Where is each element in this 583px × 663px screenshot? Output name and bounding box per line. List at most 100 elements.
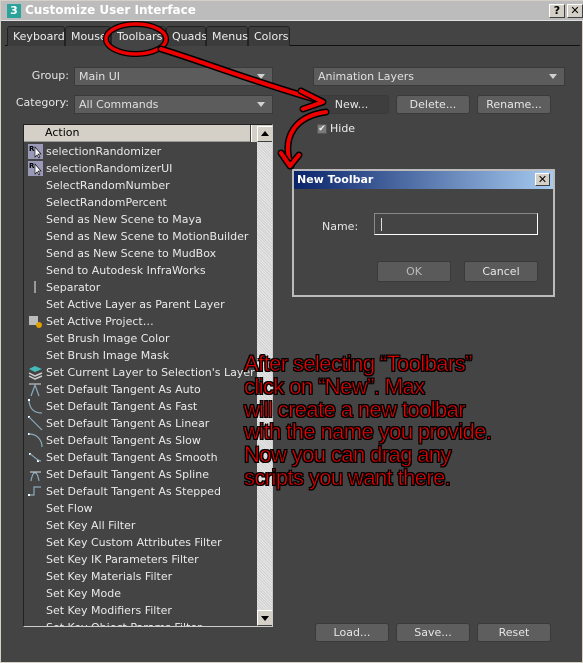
action-list-item[interactable]: Set Default Tangent As Linear bbox=[24, 415, 256, 432]
action-list-item[interactable]: Set Active Project… bbox=[24, 313, 256, 330]
action-list-item[interactable]: Set Flow bbox=[24, 500, 256, 517]
category-label: Category: bbox=[15, 96, 69, 109]
tab-mouse[interactable]: Mouse bbox=[65, 26, 111, 46]
separator-icon bbox=[28, 280, 43, 295]
delete-toolbar-button[interactable]: Delete... bbox=[396, 95, 470, 114]
checkmark-icon: ✔ bbox=[318, 124, 326, 134]
svg-text:R: R bbox=[29, 145, 35, 153]
dialog-title: New Toolbar bbox=[294, 171, 553, 189]
action-label: Set Default Tangent As Linear bbox=[46, 417, 210, 430]
tab-quads[interactable]: Quads bbox=[166, 26, 207, 46]
action-label: SelectRandomNumber bbox=[46, 179, 170, 192]
new-toolbar-button[interactable]: New... bbox=[314, 95, 389, 114]
action-list-item[interactable]: Send as New Scene to MudBox bbox=[24, 245, 256, 262]
scroll-up-button[interactable] bbox=[257, 126, 272, 142]
action-label: Set Default Tangent As Spline bbox=[46, 468, 209, 481]
action-label: selectionRandomizer bbox=[46, 145, 162, 158]
close-button[interactable]: ✕ bbox=[567, 4, 583, 18]
action-list-item[interactable]: Set Default Tangent As Smooth bbox=[24, 449, 256, 466]
tangent-spline-icon bbox=[28, 467, 43, 482]
action-list-item[interactable]: Set Brush Image Color bbox=[24, 330, 256, 347]
action-list-item[interactable]: Set Active Layer as Parent Layer bbox=[24, 296, 256, 313]
tab-toolbars[interactable]: Toolbars bbox=[111, 26, 166, 46]
toolbar-dropdown[interactable]: Animation Layers bbox=[313, 67, 565, 86]
tangent-slow-icon bbox=[28, 433, 43, 448]
title-bar: 3 Customize User Interface ? ✕ bbox=[1, 1, 583, 21]
action-list-item[interactable]: Set Default Tangent As Stepped bbox=[24, 483, 256, 500]
load-button[interactable]: Load... bbox=[315, 623, 389, 642]
name-label: Name: bbox=[322, 220, 359, 233]
action-list-item[interactable]: Send to Autodesk InfraWorks bbox=[24, 262, 256, 279]
action-label: Set Default Tangent As Stepped bbox=[46, 485, 221, 498]
chevron-down-icon bbox=[257, 102, 265, 107]
action-list-item[interactable]: Send as New Scene to MotionBuilder bbox=[24, 228, 256, 245]
action-label: Set Brush Image Mask bbox=[46, 349, 170, 362]
project-folder-icon bbox=[28, 314, 43, 329]
action-list-item[interactable]: Send as New Scene to Maya bbox=[24, 211, 256, 228]
name-input[interactable] bbox=[374, 213, 538, 235]
action-label: Separator bbox=[46, 281, 101, 294]
tab-strip: Keyboard Mouse Toolbars Quads Menus Colo… bbox=[5, 25, 580, 46]
tangent-stepped-icon bbox=[28, 484, 43, 499]
rename-toolbar-button[interactable]: Rename... bbox=[477, 95, 551, 114]
tangent-linear-icon bbox=[28, 416, 43, 431]
action-label: Set Flow bbox=[46, 502, 93, 515]
arrowhead-icon bbox=[277, 149, 303, 170]
action-list-item[interactable]: Set Key Object Params Filter bbox=[24, 619, 256, 626]
action-list-item[interactable]: Set Key Materials Filter bbox=[24, 568, 256, 585]
tangent-auto-icon bbox=[28, 382, 43, 397]
action-list-item[interactable]: RselectionRandomizer bbox=[24, 143, 256, 160]
hide-label: Hide bbox=[330, 122, 356, 135]
arrow-up-icon bbox=[261, 131, 269, 136]
category-value: All Commands bbox=[79, 98, 159, 111]
action-list-item[interactable]: Set Default Tangent As Slow bbox=[24, 432, 256, 449]
action-label: Set Key All Filter bbox=[46, 519, 136, 532]
help-button[interactable]: ? bbox=[549, 4, 565, 18]
toolbar-value: Animation Layers bbox=[318, 70, 414, 83]
action-list-item[interactable]: Set Brush Image Mask bbox=[24, 347, 256, 364]
action-column-header[interactable]: Action bbox=[24, 125, 250, 142]
dialog-close-button[interactable]: ✕ bbox=[535, 173, 550, 186]
cancel-button[interactable]: Cancel bbox=[464, 261, 538, 282]
action-list-item[interactable]: RselectionRandomizerUI bbox=[24, 160, 256, 177]
action-list[interactable]: Action RselectionRandomizer RselectionRan… bbox=[23, 124, 273, 627]
script-icon: R bbox=[28, 161, 43, 176]
action-label: Set Active Layer as Parent Layer bbox=[46, 298, 225, 311]
action-list-item[interactable]: Set Key Custom Attributes Filter bbox=[24, 534, 256, 551]
arrowhead-icon bbox=[279, 151, 301, 168]
arrow-to-dialog-icon bbox=[284, 108, 330, 170]
tangent-fast-icon bbox=[28, 399, 43, 414]
save-button[interactable]: Save... bbox=[396, 623, 470, 642]
action-list-item[interactable]: SelectRandomNumber bbox=[24, 177, 256, 194]
ok-button[interactable]: OK bbox=[377, 261, 451, 282]
action-list-item[interactable]: Set Default Tangent As Auto bbox=[24, 381, 256, 398]
hide-checkbox[interactable]: ✔ bbox=[317, 124, 327, 134]
action-list-item[interactable]: Set Key IK Parameters Filter bbox=[24, 551, 256, 568]
action-label: Set Active Project… bbox=[46, 315, 154, 328]
action-list-item[interactable]: Set Key Mode bbox=[24, 585, 256, 602]
action-label: Set Key Custom Attributes Filter bbox=[46, 536, 222, 549]
action-list-item[interactable]: Set Current Layer to Selection's Layer bbox=[24, 364, 256, 381]
tab-colors[interactable]: Colors bbox=[248, 26, 290, 46]
window-title: Customize User Interface bbox=[25, 3, 196, 17]
action-label: Set Key Mode bbox=[46, 587, 121, 600]
action-list-item[interactable]: Set Default Tangent As Spline bbox=[24, 466, 256, 483]
category-dropdown[interactable]: All Commands bbox=[74, 95, 273, 114]
group-dropdown[interactable]: Main UI bbox=[74, 67, 273, 86]
tab-menus[interactable]: Menus bbox=[206, 26, 248, 46]
annotation-line: with the name you provide. bbox=[244, 419, 493, 445]
arrow-down-icon bbox=[261, 616, 269, 621]
script-icon: R bbox=[28, 144, 43, 159]
action-label: Send as New Scene to MudBox bbox=[46, 247, 217, 260]
action-list-item[interactable]: SelectRandomPercent bbox=[24, 194, 256, 211]
layers-icon bbox=[28, 365, 43, 380]
reset-button[interactable]: Reset bbox=[477, 623, 551, 642]
action-list-item[interactable]: Set Key All Filter bbox=[24, 517, 256, 534]
tab-keyboard[interactable]: Keyboard bbox=[7, 26, 65, 46]
action-label: Send to Autodesk InfraWorks bbox=[46, 264, 206, 277]
action-list-item[interactable]: Set Key Modifiers Filter bbox=[24, 602, 256, 619]
action-list-item[interactable]: Set Default Tangent As Fast bbox=[24, 398, 256, 415]
group-value: Main UI bbox=[79, 70, 121, 83]
scroll-down-button[interactable] bbox=[257, 610, 272, 626]
action-list-item[interactable]: Separator bbox=[24, 279, 256, 296]
